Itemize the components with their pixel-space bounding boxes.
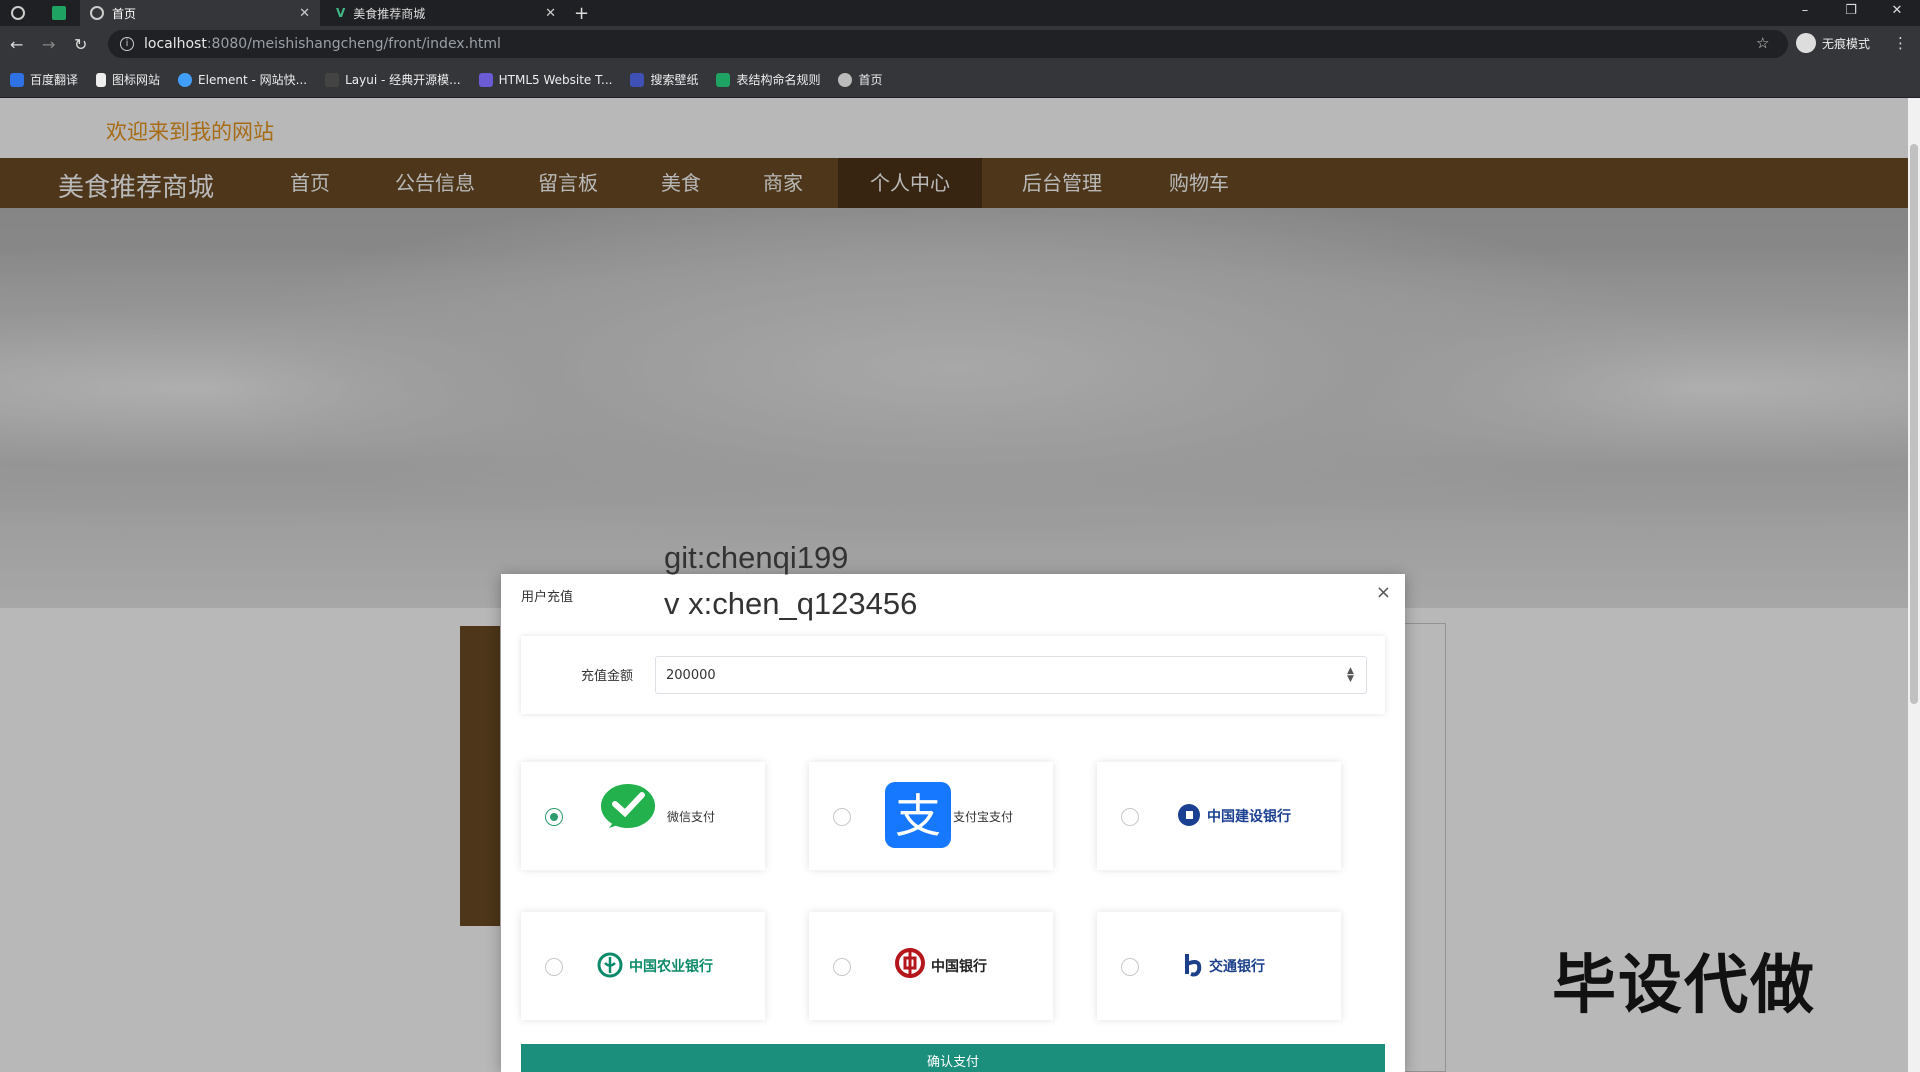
payment-option-bocom[interactable]: 交通银行: [1097, 912, 1341, 1020]
bookmark-item[interactable]: 图标网站: [96, 71, 160, 88]
bookmark-item[interactable]: 表结构命名规则: [716, 71, 820, 88]
confirm-payment-button[interactable]: 确认支付: [521, 1044, 1385, 1072]
url-host: localhost: [144, 36, 207, 52]
watermark-service: 毕设代做: [1552, 949, 1816, 1023]
translate-icon: [10, 72, 24, 87]
restore-icon[interactable]: ❐: [1828, 0, 1874, 22]
url-path: :8080/meishishangcheng/front/index.html: [206, 36, 501, 52]
incognito-indicator[interactable]: 无痕模式: [1796, 33, 1870, 53]
globe-icon: [838, 72, 853, 87]
pinned-tab-icon[interactable]: [46, 0, 72, 26]
url-field[interactable]: i localhost:8080/meishishangcheng/front/…: [108, 30, 1788, 58]
incognito-icon: [1796, 33, 1816, 53]
flag-icon: [96, 72, 107, 87]
tab-home-label: 首页: [112, 6, 137, 21]
ccb-label: 中国建设银行: [1207, 809, 1291, 825]
scrollbar-thumb[interactable]: [1910, 144, 1918, 704]
sheet-icon: [716, 72, 731, 87]
layui-icon: [325, 72, 340, 87]
bocom-logo: [1185, 954, 1202, 977]
close-tab-icon[interactable]: ✕: [545, 6, 556, 21]
browser-tab-bar: 首页 ✕ V 美食推荐商城 ✕ + – ❐ ✕: [0, 0, 1920, 26]
html5-icon: [478, 72, 493, 87]
svg-text:支: 支: [895, 789, 941, 843]
watermark-contact: v x:chen_q123456: [664, 586, 918, 621]
ccb-radio[interactable]: [1121, 808, 1139, 826]
amount-input[interactable]: [655, 656, 1367, 694]
info-icon[interactable]: i: [120, 37, 134, 51]
bocom-label: 交通银行: [1209, 959, 1265, 975]
close-tab-icon[interactable]: ✕: [299, 6, 310, 21]
amount-label: 充值金额: [581, 669, 634, 684]
amount-form: 充值金额 ▲▼: [521, 636, 1385, 714]
bookmark-star-icon[interactable]: ☆: [1756, 34, 1769, 52]
wallpaper-icon: [630, 72, 645, 87]
element-icon: [178, 72, 193, 87]
tab-home[interactable]: 首页 ✕: [80, 0, 320, 26]
bookmark-item[interactable]: 搜索壁纸: [630, 71, 698, 88]
payment-option-ccb[interactable]: 中国建设银行: [1097, 762, 1341, 870]
bookmark-item[interactable]: 首页: [838, 71, 883, 88]
incognito-label: 无痕模式: [1822, 36, 1871, 51]
vue-icon: V: [336, 6, 346, 20]
bookmarks-bar: 百度翻译 图标网站 Element - 网站快... Layui - 经典开源模…: [0, 62, 1920, 98]
alipay-label: 支付宝支付: [953, 810, 1014, 824]
payment-option-boc[interactable]: 中国银行: [809, 912, 1053, 1020]
bookmark-item[interactable]: 百度翻译: [10, 71, 78, 88]
bocom-radio[interactable]: [1121, 958, 1139, 976]
bookmark-item[interactable]: Element - 网站快...: [178, 71, 307, 88]
payment-option-wechat[interactable]: 微信支付: [521, 762, 765, 870]
tab-shop[interactable]: V 美食推荐商城 ✕: [326, 0, 566, 26]
abc-logo: [597, 952, 623, 978]
ccb-logo: [1178, 804, 1200, 826]
alipay-radio[interactable]: [833, 808, 851, 826]
alipay-icon: 支: [885, 782, 951, 848]
watermark-git: git:chenqi199: [664, 540, 849, 575]
boc-label: 中国银行: [931, 959, 987, 975]
payment-option-alipay[interactable]: 支 支付宝支付: [809, 762, 1053, 870]
wechat-label: 微信支付: [667, 810, 716, 824]
more-menu-icon[interactable]: ⋮: [1893, 34, 1908, 52]
boc-radio[interactable]: [833, 958, 851, 976]
boc-logo: [895, 948, 925, 978]
wechat-radio[interactable]: [545, 808, 563, 826]
globe-icon: [90, 6, 104, 20]
payment-option-abc[interactable]: 中国农业银行: [521, 912, 765, 1020]
browser-menu-icon[interactable]: [0, 0, 36, 26]
bookmark-item[interactable]: HTML5 Website T...: [478, 72, 612, 87]
abc-radio[interactable]: [545, 958, 563, 976]
page-scrollbar[interactable]: [1908, 98, 1920, 1072]
back-icon[interactable]: ←: [10, 35, 23, 54]
wechat-pay-icon: [601, 784, 655, 828]
reload-icon[interactable]: ↻: [74, 35, 87, 54]
address-bar: ← → ↻ i localhost:8080/meishishangcheng/…: [0, 26, 1920, 62]
recharge-dialog: 用户充值 × 充值金额 ▲▼ 微信支付 支 支付宝支付 中国建设银行: [501, 574, 1405, 1072]
number-stepper[interactable]: ▲ ▼: [1347, 667, 1354, 684]
tab-shop-label: 美食推荐商城: [353, 6, 426, 21]
forward-icon[interactable]: →: [42, 35, 55, 54]
minimize-icon[interactable]: –: [1782, 0, 1828, 22]
new-tab-button[interactable]: +: [574, 0, 594, 26]
close-window-icon[interactable]: ✕: [1874, 0, 1920, 22]
dialog-title: 用户充值: [521, 590, 574, 605]
close-icon[interactable]: ×: [1376, 582, 1391, 603]
abc-label: 中国农业银行: [629, 959, 713, 975]
window-controls: – ❐ ✕: [1782, 0, 1920, 22]
bookmark-item[interactable]: Layui - 经典开源模...: [325, 71, 461, 88]
